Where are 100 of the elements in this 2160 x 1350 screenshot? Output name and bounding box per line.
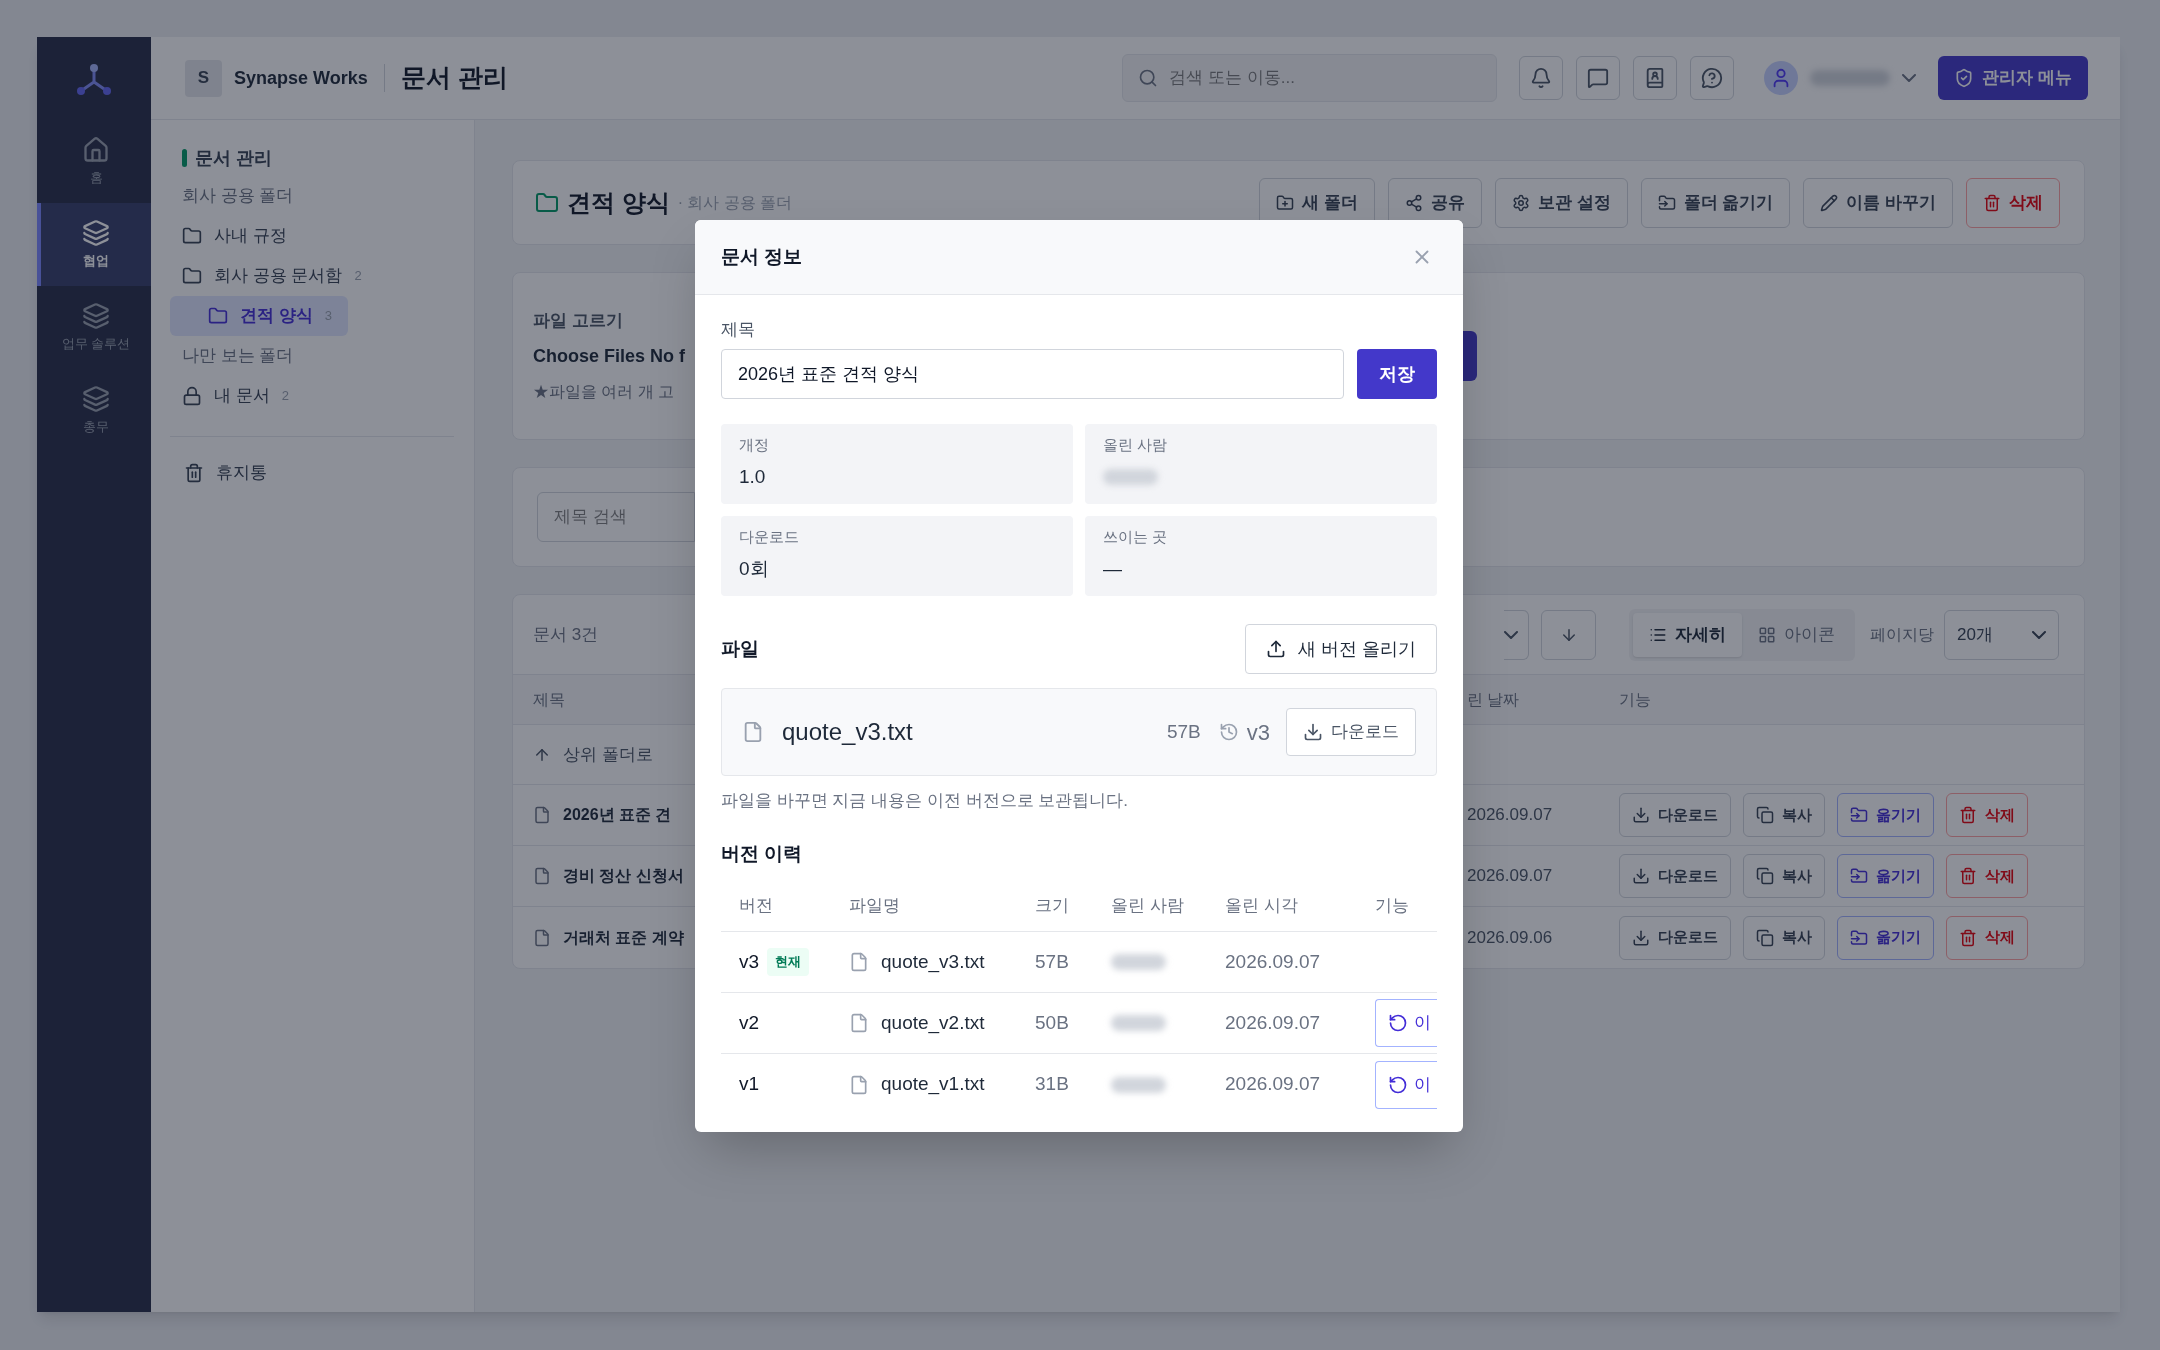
action-button[interactable]: 이름 바꾸기 [1803, 177, 1953, 228]
accent-bar [182, 149, 187, 167]
section-title: 파일 [721, 636, 759, 661]
document-title[interactable]: 거래처 표준 계약 [563, 925, 684, 950]
size-cell-text: 50B [1035, 1010, 1069, 1035]
search-field[interactable]: 검색 또는 이동... [1122, 54, 1498, 102]
column-header: 버전 [739, 894, 773, 917]
page-size-label: 페이지당 [1870, 624, 1934, 645]
blurred-name [1111, 1015, 1166, 1031]
copy-icon [1756, 928, 1774, 947]
action-button[interactable]: 공유 [1387, 177, 1482, 228]
upload-label: 파일 고르기 [533, 309, 624, 332]
action-button[interactable]: 복사 [1743, 854, 1825, 898]
blurred-name [1103, 468, 1158, 485]
user-avatar[interactable] [1764, 61, 1799, 95]
info-label: 쓰이는 곳 [1103, 527, 1168, 547]
copy-icon [1756, 806, 1774, 824]
file-version: v3 [1246, 718, 1270, 747]
folder-arrow-icon [1657, 193, 1676, 212]
sort-select[interactable] [1504, 609, 1529, 660]
rail-item[interactable]: 총무 [37, 369, 151, 452]
action-button[interactable]: 삭제 [1946, 915, 2028, 960]
view-tab[interactable]: 아이콘 [1742, 612, 1851, 657]
file-name-cell-text: quote_v3.txt [881, 949, 985, 975]
action-button[interactable]: 다운로드 [1619, 854, 1731, 898]
file-note: 파일을 바꾸면 지금 내용은 이전 버전으로 보관됩니다. [721, 790, 1129, 812]
chat-button[interactable] [1576, 56, 1621, 100]
size-cell-text: 57B [1035, 949, 1069, 974]
page-size-select[interactable]: 20개 [1944, 609, 2059, 660]
download-button[interactable]: 다운로드 [1286, 708, 1416, 756]
save-button[interactable]: 저장 [1357, 349, 1437, 399]
layers-icon [82, 384, 110, 413]
trash-icon [1959, 867, 1977, 885]
action-button[interactable]: 다운로드 [1619, 915, 1731, 960]
folder-plus-icon [1276, 193, 1295, 212]
current-badge: 현재 [767, 948, 810, 976]
download-icon [1632, 928, 1650, 947]
blurred-name [1111, 1076, 1166, 1093]
file-icon [849, 1013, 869, 1033]
rail-item[interactable]: 협업 [37, 203, 151, 286]
column-header: 린 날짜 [1467, 689, 1520, 710]
download-icon [1632, 806, 1650, 824]
trash-icon [184, 463, 204, 483]
file-icon [849, 1074, 869, 1095]
action-button[interactable]: 옮기기 [1837, 793, 1934, 837]
version-cell-text: v2 [739, 1010, 760, 1035]
date-cell-text: 2026.09.07 [1467, 804, 1553, 827]
file-icon [533, 928, 551, 947]
page-title: 문서 관리 [400, 62, 508, 94]
rail-item[interactable]: 업무 솔루션 [37, 286, 151, 369]
folder-icon [182, 266, 202, 286]
column-header: 크기 [1035, 894, 1069, 917]
folder-nav-item[interactable]: 사내 규정 [170, 216, 454, 256]
gear-icon [1511, 193, 1530, 212]
section-heading: 회사 공용 폴더 [181, 185, 295, 208]
action-button[interactable]: 복사 [1743, 793, 1825, 837]
action-button[interactable]: 다운로드 [1619, 793, 1731, 837]
document-title[interactable]: 2026년 표준 견 [563, 803, 672, 827]
trash-icon [1959, 806, 1977, 824]
restore-button[interactable]: 이 [1375, 999, 1437, 1047]
date-cell-text: 2026.09.07 [1225, 949, 1321, 974]
help-button[interactable] [1690, 56, 1735, 100]
info-value: 1.0 [739, 464, 766, 489]
contact-book-button[interactable] [1633, 56, 1678, 100]
action-button[interactable]: 삭제 [1966, 177, 2060, 228]
folder-title: 견적 양식 [567, 187, 670, 218]
chevron-down-icon [2032, 630, 2046, 639]
version-cell-text: v1 [739, 1072, 760, 1097]
upload-version-button[interactable]: 새 버전 올리기 [1245, 624, 1437, 674]
folder-arrow-icon [1850, 806, 1868, 824]
bell-button[interactable] [1519, 56, 1564, 100]
action-button[interactable]: 삭제 [1946, 854, 2028, 898]
restore-button[interactable]: 이 [1375, 1060, 1437, 1109]
rail-item[interactable]: 홈 [37, 120, 151, 203]
action-button[interactable]: 옮기기 [1837, 915, 1934, 960]
info-label: 개정 [739, 435, 769, 455]
folder-arrow-icon [1850, 928, 1868, 947]
file-input[interactable]: Choose Files No f [533, 343, 685, 371]
folder-arrow-icon [1850, 867, 1868, 885]
upload-icon [1266, 639, 1286, 659]
action-button[interactable]: 옮기기 [1837, 854, 1934, 898]
title-input[interactable]: 2026년 표준 견적 양식 [721, 349, 1344, 399]
workspace-badge: S [185, 59, 222, 97]
panel-title: 문서 관리 [195, 146, 272, 170]
folder-icon [208, 306, 228, 326]
action-button[interactable]: 복사 [1743, 915, 1825, 960]
action-button[interactable]: 삭제 [1946, 793, 2028, 837]
document-title[interactable]: 경비 정산 신청서 [563, 864, 684, 888]
action-button[interactable]: 보관 설정 [1494, 177, 1628, 228]
folder-icon [535, 190, 559, 215]
file-name-cell-text: quote_v2.txt [881, 1010, 985, 1036]
chat-icon [1587, 67, 1610, 89]
chevron-down-icon [1902, 74, 1917, 82]
history-icon [1218, 722, 1239, 742]
view-tab[interactable]: 자세히 [1633, 612, 1742, 657]
column-header: 기능 [1375, 894, 1409, 917]
trash-nav-item[interactable]: 휴지통 [170, 453, 454, 493]
action-button[interactable]: 폴더 옮기기 [1640, 177, 1791, 228]
admin-menu-button[interactable]: 관리자 메뉴 [1938, 56, 2088, 100]
title-search-field[interactable]: 제목 검색 [537, 492, 695, 542]
